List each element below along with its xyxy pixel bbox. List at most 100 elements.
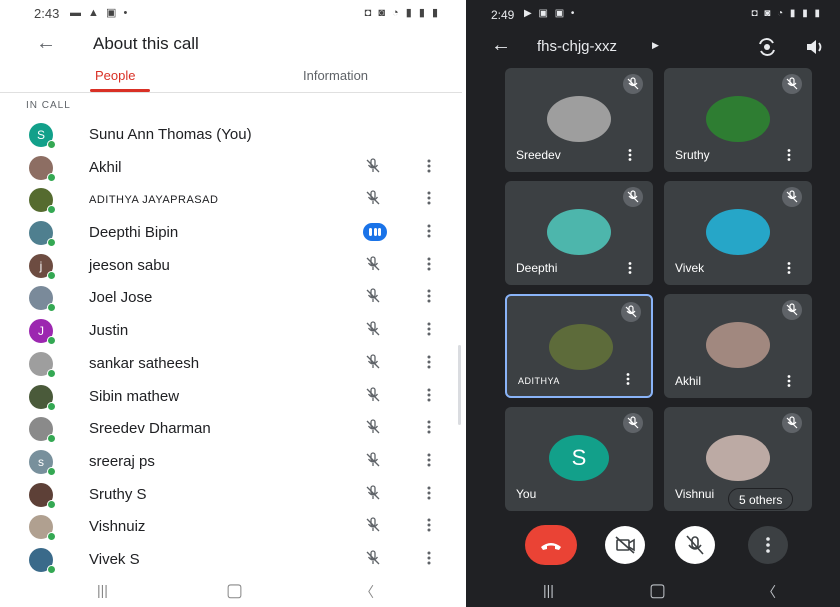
video-tile[interactable]: Deepthi [505,181,653,285]
tile-avatar [706,209,770,255]
more-vert-icon[interactable] [424,484,434,502]
participant-list: S Sunu Ann Thomas (You) Akhil ADITHYA JAYAP… [0,118,462,576]
chevron-right-icon[interactable]: ▶ [652,40,659,51]
more-vert-icon[interactable] [424,189,434,207]
mic-muted-icon [364,287,382,305]
presence-dot [47,270,56,280]
scrollbar[interactable] [458,345,461,425]
back-arrow-icon[interactable]: ← [36,32,56,55]
camera-off-icon [615,536,635,554]
more-vert-icon[interactable] [424,222,434,240]
more-vert-icon[interactable] [786,261,792,275]
presence-dot [47,401,56,411]
mic-muted-icon [621,302,641,322]
notification-icons: ▶ ▣ ▣ • [524,8,577,19]
more-vert-icon[interactable] [424,255,434,273]
more-vert-icon[interactable] [424,451,434,469]
back-arrow-icon[interactable]: ← [491,34,511,57]
camera-toggle-button[interactable] [605,526,645,564]
meeting-code[interactable]: fhs-chjg-xxz [537,38,617,55]
participant-name: Deepthi Bipin [89,224,179,242]
recents-icon[interactable]: ||| [97,582,108,598]
mic-muted-icon [364,516,382,534]
participant-name: Akhil [89,158,122,176]
more-options-button[interactable] [748,526,788,564]
video-tile[interactable]: S You [505,407,653,511]
more-vert-icon[interactable] [424,287,434,305]
mic-muted-icon [364,418,382,436]
avatar-initial: S [571,445,587,470]
participant-row[interactable]: Sruthy S [0,478,462,511]
more-vert-icon[interactable] [625,372,631,386]
recents-icon[interactable]: ||| [543,582,554,598]
video-tile[interactable]: Sruthy [664,68,812,172]
participant-row[interactable]: ADITHYA JAYAPRASAD [0,183,462,216]
video-tile[interactable]: ADITHYA [505,294,653,398]
end-call-button[interactable] [525,525,577,565]
more-vert-icon[interactable] [424,353,434,371]
more-vert-icon[interactable] [424,157,434,175]
video-tile[interactable]: Sreedev [505,68,653,172]
mic-muted-icon [364,255,382,273]
section-label-in-call: IN CALL [26,100,71,111]
speaker-icon[interactable] [805,36,825,58]
home-icon[interactable]: ▢ [226,580,243,601]
more-vert-icon[interactable] [424,549,434,567]
switch-camera-icon[interactable] [756,36,778,58]
avatar-initial: s [38,454,44,469]
more-vert-icon[interactable] [424,386,434,404]
participant-row[interactable]: s sreeraj ps [0,445,462,478]
avatar-initial: S [36,128,45,142]
participant-name: Vishnuiz [89,518,146,536]
participant-avatar [29,221,56,248]
video-tile[interactable]: Vivek [664,181,812,285]
participant-name: Vivek S [89,550,140,568]
mic-muted-icon [782,413,802,433]
participant-row[interactable]: Deepthi Bipin [0,216,462,249]
participant-avatar [29,482,56,509]
participant-row[interactable]: sankar satheesh [0,347,462,380]
participant-avatar [29,417,56,444]
participant-row[interactable]: J Justin [0,314,462,347]
mic-muted-icon [364,386,382,404]
participant-row[interactable]: S Sunu Ann Thomas (You) [0,118,462,151]
tab-people[interactable]: People [95,68,135,83]
presence-dot [47,172,56,182]
more-vert-icon[interactable] [786,148,792,162]
participant-row[interactable]: j jeeson sabu [0,249,462,282]
tile-avatar [547,209,611,255]
others-chip[interactable]: 5 others [728,488,794,510]
back-nav-icon[interactable]: 〈 [360,582,374,602]
home-icon[interactable]: ▢ [649,580,666,601]
more-vert-icon[interactable] [424,320,434,338]
tab-information[interactable]: Information [303,68,368,83]
more-vert-icon[interactable] [627,261,633,275]
more-vert-icon[interactable] [424,516,434,534]
tab-divider [0,92,462,93]
tile-name: You [516,487,537,501]
participant-avatar [29,286,56,313]
participant-name: Sruthy S [89,485,147,503]
more-vert-icon[interactable] [424,418,434,436]
participant-row[interactable]: Sibin mathew [0,380,462,413]
tile-name: Vivek [675,261,705,275]
presence-dot [47,303,56,313]
avatar-initial: J [38,324,44,339]
participant-row[interactable]: Akhil [0,151,462,184]
more-vert-icon[interactable] [786,374,792,388]
mic-toggle-button[interactable] [675,526,715,564]
tab-bar: People Information [0,64,462,94]
status-bar: 2:43 ▬ ▲ ▣ • ◘ ◙ ◔ ▮ ▮ ▮ [0,0,462,26]
participant-avatar [29,384,56,411]
mic-muted-icon [364,451,382,469]
back-nav-icon[interactable]: 〈 [762,582,776,602]
phone-hangup-icon [541,543,561,550]
more-vert-icon[interactable] [627,148,633,162]
participant-row[interactable]: Sreedev Dharman [0,412,462,445]
tile-avatar [547,96,611,142]
participant-row[interactable]: Vivek S [0,543,462,576]
participant-row[interactable]: Vishnuiz [0,510,462,543]
tile-avatar: S [549,435,609,481]
video-tile[interactable]: Akhil [664,294,812,398]
participant-row[interactable]: Joel Jose [0,281,462,314]
